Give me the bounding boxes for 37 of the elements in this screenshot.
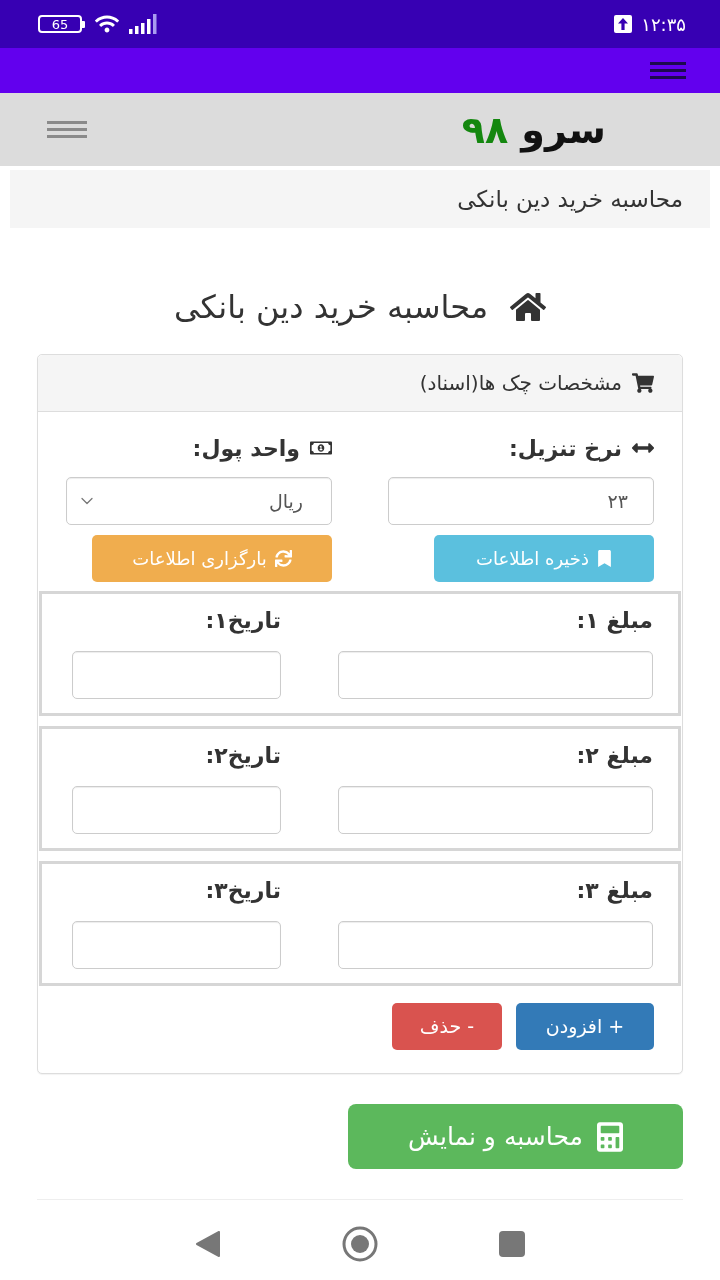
date-input[interactable]: [72, 921, 281, 969]
date-label: تاریخ۳:: [204, 877, 281, 906]
amount-input[interactable]: [338, 921, 653, 969]
home-circle-icon[interactable]: [342, 1226, 378, 1262]
breadcrumb-item[interactable]: محاسبه خرید دین بانکی: [457, 181, 683, 217]
date-input[interactable]: [72, 651, 281, 699]
amount-input[interactable]: [338, 786, 653, 834]
amount-label: مبلغ ۲:: [575, 742, 653, 771]
currency-select[interactable]: ریال: [66, 477, 332, 525]
signal-icon: [129, 14, 159, 34]
amount-label: مبلغ ۳:: [575, 877, 653, 906]
menu-icon[interactable]: [650, 62, 686, 79]
remove-button[interactable]: - حذف: [392, 1003, 502, 1050]
back-icon[interactable]: [195, 1231, 221, 1257]
calculate-button[interactable]: محاسبه و نمایش: [348, 1104, 683, 1169]
page-title: محاسبه خرید دین بانکی: [173, 287, 489, 328]
field-label: نرخ تنزیل:: [508, 434, 622, 464]
amount-label: مبلغ ۱:: [575, 607, 653, 636]
calculator-icon: [596, 1121, 623, 1152]
battery-indicator: 65: [38, 15, 85, 33]
refresh-icon: [274, 550, 292, 567]
amount-input[interactable]: [338, 651, 653, 699]
bookmark-icon: [596, 550, 612, 567]
menu-icon[interactable]: [47, 121, 87, 138]
wifi-icon: [95, 14, 119, 34]
field-label: واحد پول:: [192, 434, 300, 464]
date-label: تاریخ۲:: [204, 742, 281, 771]
clock-time: ۱۲:۳۵: [641, 12, 686, 37]
date-input[interactable]: [72, 786, 281, 834]
recents-icon[interactable]: [499, 1231, 525, 1257]
discount-rate-input[interactable]: ۲۳: [388, 477, 654, 525]
upload-icon: [614, 15, 633, 33]
date-label: تاریخ۱:: [204, 607, 281, 636]
add-button[interactable]: + افزودن: [516, 1003, 654, 1050]
home-icon: [510, 291, 547, 323]
cart-icon: [632, 373, 654, 393]
panel-title: مشخصات چک ها(اسناد): [419, 370, 622, 397]
